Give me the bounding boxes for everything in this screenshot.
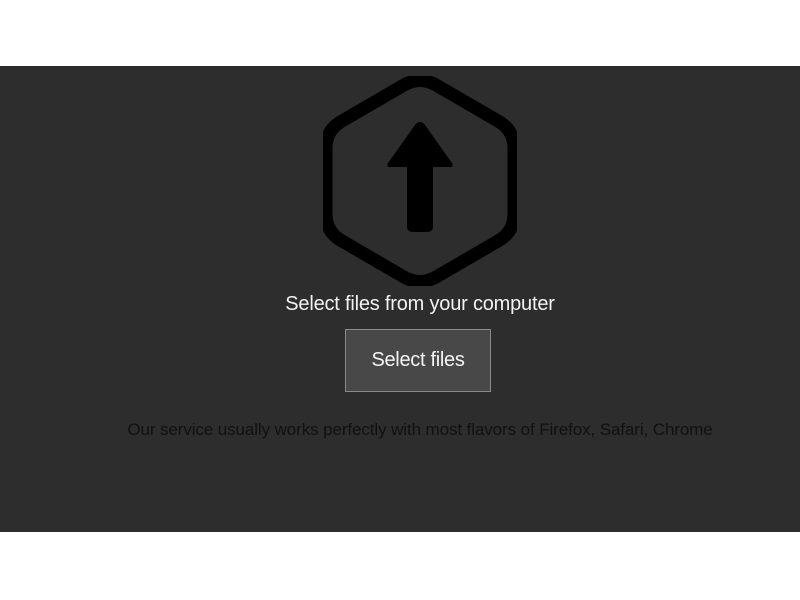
- upload-prompt: Select files from your computer: [285, 293, 555, 315]
- page: Select files from your computer Select f…: [0, 0, 800, 600]
- browser-compatibility-note: Our service usually works perfectly with…: [127, 420, 713, 439]
- upload-drop-zone[interactable]: Select files from your computer Select f…: [0, 66, 800, 532]
- select-files-button[interactable]: Select files: [345, 329, 491, 392]
- hexagon-upload-arrow-icon: [323, 76, 517, 286]
